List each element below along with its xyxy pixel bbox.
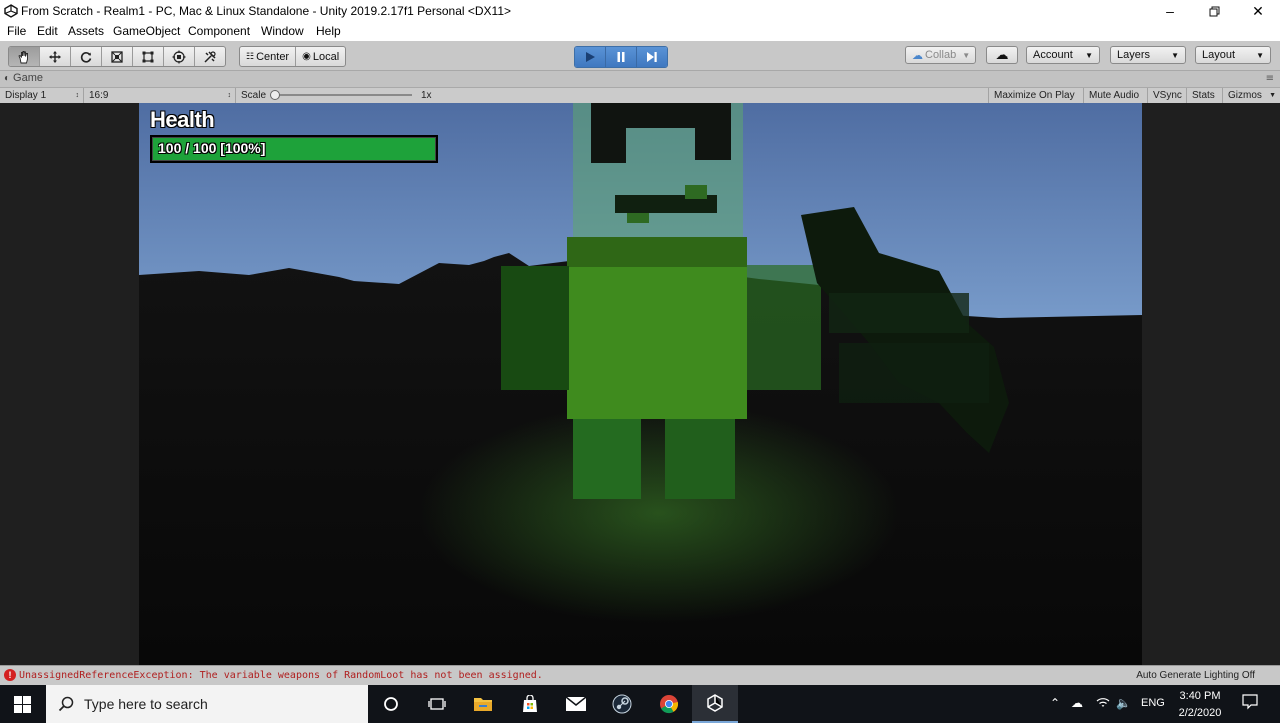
pivot-center-button[interactable]: ☷ Center xyxy=(240,47,297,66)
play-icon[interactable] xyxy=(575,47,606,67)
taskbar-clock[interactable]: 3:40 PM 2/2/2020 xyxy=(1172,688,1228,722)
mute-audio-toggle[interactable]: Mute Audio xyxy=(1084,88,1148,103)
close-icon[interactable]: ✕ xyxy=(1236,0,1280,22)
scale-icon[interactable] xyxy=(102,47,133,66)
pause-icon[interactable] xyxy=(606,47,637,67)
health-text: 100 / 100 [100%] xyxy=(158,140,266,156)
chevron-down-icon: ▼ xyxy=(1085,50,1093,60)
pivot-center-icon: ☷ xyxy=(246,51,255,61)
microsoft-store-icon[interactable] xyxy=(507,685,553,723)
hand-icon[interactable] xyxy=(9,47,40,66)
display-dropdown[interactable]: Display 1 ↕ xyxy=(0,88,84,103)
health-bar: 100 / 100 [100%] xyxy=(150,135,438,163)
game-view-toolbar: Display 1 ↕ 16:9 ↕ Scale 1x Maximize On … xyxy=(0,87,1280,104)
clock-date: 2/2/2020 xyxy=(1178,707,1222,719)
chevron-down-icon: ▼ xyxy=(1269,92,1276,99)
rect-tool-icon[interactable] xyxy=(133,47,164,66)
window-title: From Scratch - Realm1 - PC, Mac & Linux … xyxy=(21,4,512,18)
taskbar-search-input[interactable]: Type here to search xyxy=(46,685,368,723)
chrome-icon[interactable] xyxy=(646,685,692,723)
transform-tools xyxy=(8,46,226,67)
windows-taskbar: Type here to search ⌃ ☁ 🔈 ENG 3:40 PM 2/… xyxy=(0,685,1280,723)
onedrive-icon[interactable]: ☁ xyxy=(1071,696,1083,710)
gizmos-dropdown[interactable]: Gizmos ▼ xyxy=(1223,88,1280,103)
collab-cloud-icon: ☁ xyxy=(912,49,923,62)
chevron-updown-icon: ↕ xyxy=(75,92,80,99)
game-view[interactable]: Health 100 / 100 [100%] xyxy=(0,103,1280,665)
tab-menu-icon[interactable]: ≡ xyxy=(1266,73,1274,84)
pivot-local-button[interactable]: ◉ Local xyxy=(296,47,345,66)
account-dropdown[interactable]: Account ▼ xyxy=(1026,46,1100,64)
console-error-message[interactable]: ! UnassignedReferenceException: The vari… xyxy=(4,669,543,681)
clock-time: 3:40 PM xyxy=(1179,690,1221,702)
menu-bar: File Edit Assets GameObject Component Wi… xyxy=(0,22,1280,41)
search-icon xyxy=(58,696,74,712)
transform-icon[interactable] xyxy=(164,47,195,66)
steam-icon[interactable] xyxy=(599,685,645,723)
layout-dropdown[interactable]: Layout ▼ xyxy=(1195,46,1271,64)
lighting-status: Auto Generate Lighting Off xyxy=(1136,670,1255,681)
rotate-icon[interactable] xyxy=(71,47,102,66)
zombie-left-leg xyxy=(573,419,641,499)
game-render xyxy=(139,103,1142,665)
collab-dropdown[interactable]: ☁ Collab ▼ xyxy=(905,46,976,64)
vsync-toggle[interactable]: VSync xyxy=(1148,88,1187,103)
move-icon[interactable] xyxy=(40,47,71,66)
play-controls xyxy=(574,46,668,68)
pivot-toggles: ☷ Center ◉ Local xyxy=(239,46,347,67)
local-rotation-icon: ◉ xyxy=(302,51,311,62)
menu-file[interactable]: File xyxy=(7,24,26,38)
aspect-dropdown[interactable]: 16:9 ↕ xyxy=(84,88,236,103)
menu-edit[interactable]: Edit xyxy=(37,24,58,38)
zombie-right-leg xyxy=(665,419,735,499)
notifications-icon[interactable] xyxy=(1242,694,1258,713)
show-hidden-icons-icon[interactable]: ⌃ xyxy=(1050,696,1060,710)
file-explorer-icon[interactable] xyxy=(460,685,506,723)
cortana-icon[interactable] xyxy=(368,685,414,723)
restore-icon[interactable] xyxy=(1192,0,1236,22)
error-icon: ! xyxy=(4,669,16,681)
cloud-icon: ☁ xyxy=(995,47,1009,62)
chevron-down-icon: ▼ xyxy=(962,50,971,60)
window-title-bar: From Scratch - Realm1 - PC, Mac & Linux … xyxy=(0,0,1280,22)
scale-slider-track[interactable] xyxy=(274,94,412,96)
mail-icon[interactable] xyxy=(553,685,599,723)
step-icon[interactable] xyxy=(637,47,667,67)
scale-value: 1x xyxy=(421,90,432,101)
chevron-updown-icon: ↕ xyxy=(227,92,232,99)
status-bar: ! UnassignedReferenceException: The vari… xyxy=(0,665,1280,686)
health-title: Health xyxy=(150,107,215,132)
unity-icon[interactable] xyxy=(692,685,738,723)
chevron-down-icon: ▼ xyxy=(1171,50,1179,60)
menu-component[interactable]: Component xyxy=(188,24,250,38)
volume-icon[interactable]: 🔈 xyxy=(1116,696,1131,710)
menu-assets[interactable]: Assets xyxy=(68,24,104,38)
cloud-services-button[interactable]: ☁ xyxy=(986,46,1018,64)
custom-tool-icon[interactable] xyxy=(195,47,225,66)
minimize-icon[interactable]: – xyxy=(1148,0,1192,22)
tab-game[interactable]: ◐ Game xyxy=(4,72,43,84)
unity-logo-icon xyxy=(4,4,18,18)
windows-start-icon[interactable] xyxy=(0,685,45,723)
zombie-right-arm xyxy=(747,265,821,390)
menu-window[interactable]: Window xyxy=(261,24,304,38)
scale-slider-thumb[interactable] xyxy=(270,90,280,100)
zombie-left-arm xyxy=(501,266,569,390)
language-indicator[interactable]: ENG xyxy=(1141,697,1165,709)
game-controller-icon: ◐ xyxy=(4,72,11,84)
maximize-on-play-toggle[interactable]: Maximize On Play xyxy=(988,88,1084,103)
layers-dropdown[interactable]: Layers ▼ xyxy=(1110,46,1186,64)
zombie-hair xyxy=(591,103,731,128)
menu-gameobject[interactable]: GameObject xyxy=(113,24,180,38)
stats-toggle[interactable]: Stats xyxy=(1187,88,1223,103)
wifi-icon[interactable] xyxy=(1096,696,1110,711)
task-view-icon[interactable] xyxy=(414,685,460,723)
main-toolbar: ☷ Center ◉ Local ☁ Collab ▼ ☁ Account ▼ … xyxy=(0,41,1280,71)
chevron-down-icon: ▼ xyxy=(1256,50,1264,60)
game-tab-strip: ◐ Game ≡ xyxy=(0,71,1280,87)
scale-label: Scale xyxy=(241,90,267,101)
menu-help[interactable]: Help xyxy=(316,24,341,38)
